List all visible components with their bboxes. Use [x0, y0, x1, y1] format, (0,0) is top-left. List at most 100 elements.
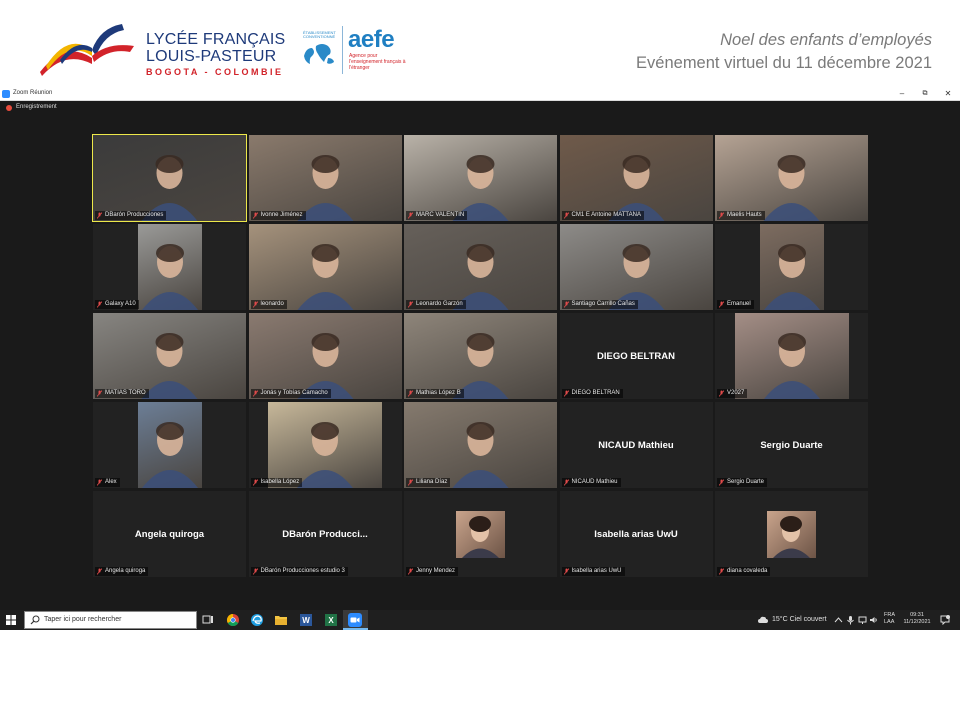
profile-picture [767, 511, 816, 558]
participant-name: V2027 [727, 390, 745, 396]
participant-name-tag: Isabella arias UwU [561, 567, 625, 576]
file-explorer-icon[interactable] [274, 613, 288, 627]
word-icon[interactable]: W [299, 613, 313, 627]
participant-tile[interactable]: Mathias López B [404, 313, 557, 399]
muted-mic-icon [97, 568, 102, 575]
muted-mic-icon [563, 212, 569, 219]
participant-name: Sergio Duarte [727, 479, 765, 485]
participant-name: NICAUD Mathieu [571, 479, 618, 485]
muted-mic-icon [719, 301, 724, 308]
participant-tile[interactable]: leonardo [248, 224, 402, 310]
participant-name-tag: Jonás y Tobías Camacho [250, 389, 331, 398]
task-view-icon[interactable] [201, 613, 215, 627]
participant-tile[interactable]: Ivonne Jiménez [248, 135, 402, 221]
participant-tile[interactable]: V2027 [715, 313, 868, 399]
participant-name-tag: Leonardo Garzón [406, 300, 466, 309]
participant-name-tag: NICAUD Mathieu [561, 478, 621, 487]
participant-display-name: Isabella arias UwU [594, 528, 678, 540]
aefe-separator [342, 26, 343, 74]
search-placeholder: Taper ici pour rechercher [44, 616, 122, 623]
svg-text:X: X [328, 616, 334, 625]
taskbar-search-input[interactable]: Taper ici pour rechercher [24, 611, 197, 629]
participant-name-tag: MARC VALENTIN [406, 211, 468, 220]
participant-name: Emanuel [727, 301, 751, 307]
close-button[interactable]: ✕ [936, 88, 960, 100]
zoom-app-icon [2, 90, 10, 98]
taskbar-zoom-active[interactable] [343, 610, 368, 630]
chrome-icon[interactable] [226, 613, 240, 627]
muted-mic-icon [719, 390, 724, 397]
muted-mic-icon [408, 390, 413, 397]
participant-tile[interactable]: Liliana Díaz [404, 402, 557, 488]
volume-icon[interactable] [869, 615, 878, 625]
participant-gallery: DBarón Producciones Ivonne Jiménez MARC VA… [92, 134, 868, 577]
participant-name: Alex [105, 479, 117, 485]
participant-tile[interactable]: Alex [93, 402, 246, 488]
participant-video [268, 402, 382, 488]
participant-name: Isabella López [260, 479, 300, 485]
muted-mic-icon [408, 212, 413, 219]
participant-name: MARC VALENTIN [416, 212, 465, 218]
participant-display-name: Sergio Duarte [760, 439, 823, 451]
chevron-up-icon[interactable] [834, 615, 843, 625]
participant-tile[interactable]: CM1 E Antoine MATTANA [559, 135, 713, 221]
participant-video [93, 313, 246, 399]
participant-display-name: DBarón Producci... [282, 528, 368, 540]
clock-time: 09:31 [910, 612, 924, 618]
participant-name: DBarón Producciones estudio 3 [260, 568, 345, 574]
participant-name-tag: Sergio Duarte [717, 478, 768, 487]
participant-name: DIEGO BELTRAN [571, 390, 620, 396]
participant-tile[interactable]: diana covaleda [715, 491, 868, 577]
participant-tile[interactable]: Jonás y Tobías Camacho [248, 313, 402, 399]
edge-icon[interactable] [250, 613, 264, 627]
participant-video [137, 402, 202, 488]
aefe-subtitle: Agence pour l'enseignement français à l'… [349, 53, 406, 71]
participant-tile[interactable]: DBarón Producci... DBarón Producciones es… [248, 491, 402, 577]
recording-label: Enregistrement [16, 104, 57, 110]
participant-video [248, 313, 402, 399]
participant-tile[interactable]: Isabella López [248, 402, 402, 488]
windows-start-icon[interactable] [6, 615, 16, 625]
participant-tile[interactable]: NICAUD Mathieu NICAUD Mathieu [559, 402, 713, 488]
aefe-globe-icon [304, 44, 334, 64]
svg-text:W: W [302, 616, 310, 625]
participant-tile[interactable]: Galaxy A10 [93, 224, 246, 310]
participant-name: Galaxy A10 [105, 301, 136, 307]
notification-icon[interactable] [940, 615, 950, 625]
input-language[interactable]: FRA LAA [884, 612, 895, 625]
participant-tile[interactable]: Santiago Carrillo Cañas [559, 224, 713, 310]
restore-button[interactable]: ⧉ [913, 88, 937, 100]
participant-tile[interactable]: MATIAS TORO [93, 313, 246, 399]
participant-video [759, 224, 824, 310]
participant-tile[interactable]: Sergio Duarte Sergio Duarte [715, 402, 868, 488]
muted-mic-icon [408, 479, 413, 486]
excel-icon[interactable]: X [324, 613, 338, 627]
participant-tile[interactable]: MARC VALENTIN [404, 135, 557, 221]
participant-tile[interactable]: Maelis Hauts [715, 135, 868, 221]
microphone-icon[interactable] [846, 615, 855, 625]
participant-name: Isabella arias UwU [571, 568, 622, 574]
minimize-button[interactable]: – [890, 88, 914, 100]
recording-indicator[interactable]: Enregistrement [0, 102, 960, 114]
muted-mic-icon [97, 479, 102, 486]
participant-name-tag: DBarón Producciones [95, 211, 167, 220]
lang-line2: LAA [884, 618, 895, 625]
network-icon[interactable] [858, 615, 867, 625]
participant-tile[interactable]: Leonardo Garzón [404, 224, 557, 310]
lycee-book-logo-icon [40, 24, 134, 76]
participant-tile[interactable]: DBarón Producciones [92, 134, 247, 222]
participant-tile[interactable]: DIEGO BELTRAN DIEGO BELTRAN [559, 313, 713, 399]
muted-mic-icon [563, 390, 569, 397]
window-titlebar[interactable]: Zoom Réunion – ⧉ ✕ [0, 88, 960, 101]
participant-tile[interactable]: Angela quiroga Angela quiroga [93, 491, 246, 577]
muted-mic-icon [408, 568, 413, 575]
system-clock[interactable]: 09:31 11/12/2021 [900, 612, 934, 625]
school-name-line1: LYCÉE FRANÇAIS [146, 31, 286, 48]
school-city: BOGOTA - COLOMBIE [146, 67, 284, 77]
cloud-icon[interactable] [758, 616, 768, 624]
participant-tile[interactable]: Isabella arias UwU Isabella arias UwU [559, 491, 713, 577]
participant-tile[interactable]: Emanuel [715, 224, 868, 310]
participant-tile[interactable]: Jenny Mendez [404, 491, 557, 577]
participant-name-tag: Ivonne Jiménez [250, 211, 306, 220]
weather-text[interactable]: 15°C Ciel couvert [772, 616, 827, 623]
